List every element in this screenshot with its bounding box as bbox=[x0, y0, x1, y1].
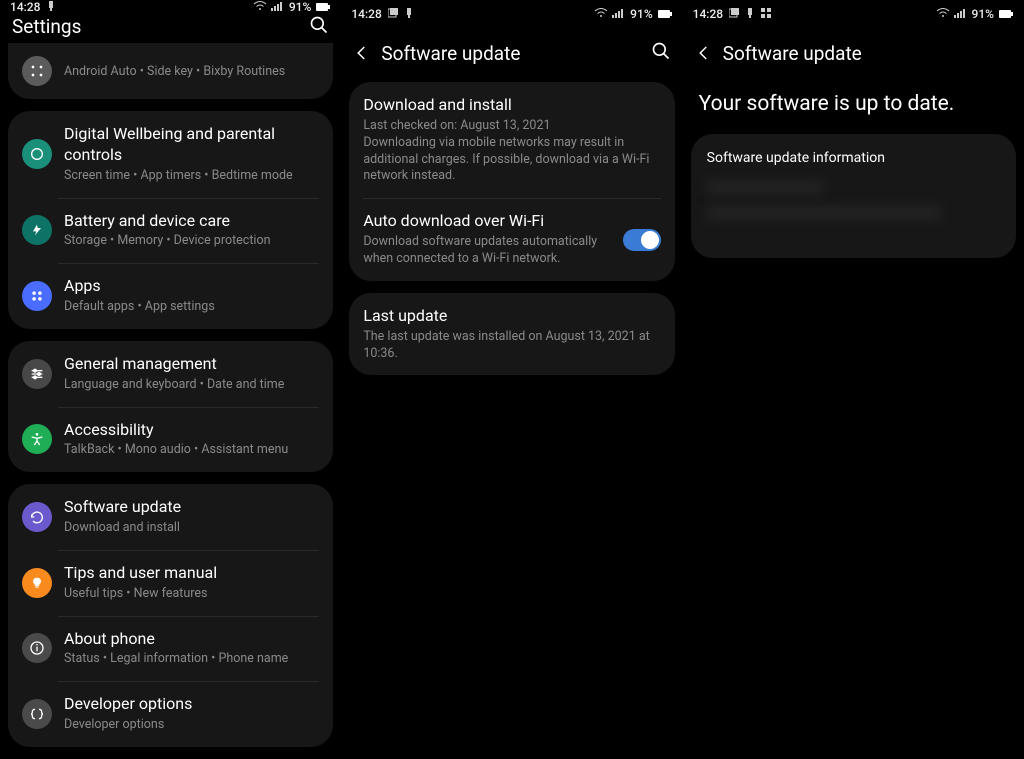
battery-text: 91% bbox=[630, 7, 652, 21]
header: Software update bbox=[341, 28, 682, 78]
battery-icon bbox=[657, 9, 673, 19]
item-title: General management bbox=[64, 354, 319, 375]
dev-icon bbox=[22, 699, 52, 729]
redacted-line bbox=[707, 205, 942, 220]
status-time: 14:28 bbox=[693, 7, 723, 21]
wifi-autodownload-toggle[interactable] bbox=[623, 229, 661, 251]
item-title: About phone bbox=[64, 629, 319, 650]
settings-item[interactable]: Battery and device careStorage • Memory … bbox=[8, 198, 333, 264]
accessibility-icon bbox=[22, 424, 52, 454]
screenshot-icon bbox=[729, 7, 739, 21]
apps-icon bbox=[22, 281, 52, 311]
settings-item[interactable]: About phoneStatus • Legal information • … bbox=[8, 616, 333, 682]
about-icon bbox=[22, 633, 52, 663]
battery-icon bbox=[22, 215, 52, 245]
item-subtitle: Status • Legal information • Phone name bbox=[64, 651, 319, 668]
item-subtitle: Screen time • App timers • Bedtime mode bbox=[64, 168, 319, 185]
item-subtitle: Storage • Memory • Device protection bbox=[64, 233, 319, 250]
tips-icon bbox=[22, 568, 52, 598]
advanced-icon bbox=[22, 56, 52, 86]
item-subtitle: Developer options bbox=[64, 717, 319, 734]
back-button[interactable] bbox=[353, 44, 381, 62]
item-subtitle: Language and keyboard • Date and time bbox=[64, 377, 319, 394]
grid-icon bbox=[761, 7, 771, 21]
dev-mode-icon bbox=[404, 7, 414, 21]
settings-group: General management Language and keyboard … bbox=[8, 341, 333, 472]
update-item[interactable]: Last updateThe last update was installed… bbox=[349, 293, 674, 376]
status-headline: Your software is up to date. bbox=[683, 78, 1024, 134]
status-bar: 14:28 91% bbox=[0, 0, 341, 14]
settings-group: Android Auto • Side key • Bixby Routines bbox=[8, 43, 333, 99]
settings-group: Software update Download and install Tips … bbox=[8, 484, 333, 747]
settings-item[interactable]: Developer options Developer options bbox=[8, 681, 333, 747]
settings-item[interactable]: Software update Download and install bbox=[8, 484, 333, 550]
status-bar: 14:28 91% bbox=[341, 0, 682, 28]
header: Software update bbox=[683, 28, 1024, 78]
dev-mode-icon bbox=[745, 7, 755, 21]
settings-item[interactable]: Digital Wellbeing and parental controls S… bbox=[8, 111, 333, 197]
battery-icon bbox=[998, 9, 1014, 19]
info-title: Software update information bbox=[707, 150, 1000, 166]
search-icon[interactable] bbox=[651, 41, 671, 65]
update-group: Download and installLast checked on: Aug… bbox=[349, 82, 674, 281]
item-subtitle: TalkBack • Mono audio • Assistant menu bbox=[64, 442, 319, 459]
header: Settings bbox=[0, 14, 341, 39]
back-button[interactable] bbox=[695, 44, 723, 62]
update-info-card[interactable]: Software update information bbox=[691, 134, 1016, 258]
item-title: Digital Wellbeing and parental controls bbox=[64, 124, 319, 166]
page-title: Software update bbox=[381, 42, 650, 65]
update-item[interactable]: Download and installLast checked on: Aug… bbox=[349, 82, 674, 198]
settings-item[interactable]: Android Auto • Side key • Bixby Routines bbox=[8, 43, 333, 99]
item-subtitle: Default apps • App settings bbox=[64, 299, 319, 316]
page-title: Software update bbox=[723, 42, 1012, 65]
item-title: Battery and device care bbox=[64, 211, 319, 232]
signal-icon bbox=[271, 0, 285, 14]
item-title: Auto download over Wi-Fi bbox=[363, 211, 614, 232]
settings-item[interactable]: General management Language and keyboard … bbox=[8, 341, 333, 407]
search-icon[interactable] bbox=[309, 15, 329, 39]
item-title: Developer options bbox=[64, 694, 319, 715]
settings-item[interactable]: AccessibilityTalkBack • Mono audio • Ass… bbox=[8, 407, 333, 473]
screenshot-icon bbox=[388, 7, 398, 21]
update-group: Last updateThe last update was installed… bbox=[349, 293, 674, 376]
redacted-line bbox=[707, 180, 824, 195]
battery-text: 91% bbox=[972, 7, 994, 21]
signal-icon bbox=[612, 7, 626, 21]
general-icon bbox=[22, 359, 52, 389]
status-time: 14:28 bbox=[10, 0, 40, 14]
item-subtitle: The last update was installed on August … bbox=[363, 329, 660, 363]
page-title: Settings bbox=[12, 15, 309, 38]
item-title: Last update bbox=[363, 306, 660, 327]
item-title: Tips and user manual bbox=[64, 563, 319, 584]
item-title: Download and install bbox=[363, 95, 660, 116]
item-subtitle: Download and install bbox=[64, 520, 319, 537]
screen-update-status: 14:28 91% Software update Your software … bbox=[683, 0, 1024, 759]
settings-item[interactable]: Apps Default apps • App settings bbox=[8, 263, 333, 329]
signal-icon bbox=[954, 7, 968, 21]
battery-text: 91% bbox=[289, 0, 311, 14]
update-options: Download and installLast checked on: Aug… bbox=[341, 78, 682, 759]
screen-software-update: 14:28 91% Software update Download and i… bbox=[341, 0, 682, 759]
wifi-icon bbox=[253, 0, 267, 14]
update-icon bbox=[22, 502, 52, 532]
item-subtitle: Useful tips • New features bbox=[64, 586, 319, 603]
dev-mode-icon bbox=[46, 0, 56, 14]
settings-item[interactable]: Tips and user manual Useful tips • New fe… bbox=[8, 550, 333, 616]
item-subtitle: Last checked on: August 13, 2021 Downloa… bbox=[363, 118, 660, 186]
settings-list: Android Auto • Side key • Bixby Routines… bbox=[0, 39, 341, 759]
status-time: 14:28 bbox=[351, 7, 381, 21]
item-title: Apps bbox=[64, 276, 319, 297]
item-title: Software update bbox=[64, 497, 319, 518]
settings-group: Digital Wellbeing and parental controls S… bbox=[8, 111, 333, 329]
battery-icon bbox=[315, 2, 331, 12]
wellbeing-icon bbox=[22, 139, 52, 169]
wifi-icon bbox=[936, 7, 950, 21]
update-item[interactable]: Auto download over Wi-FiDownload softwar… bbox=[349, 198, 674, 281]
item-title: Accessibility bbox=[64, 420, 319, 441]
screen-settings: 14:28 91% Settings Android Auto • Side k… bbox=[0, 0, 341, 759]
item-subtitle: Android Auto • Side key • Bixby Routines bbox=[64, 64, 319, 81]
status-bar: 14:28 91% bbox=[683, 0, 1024, 28]
wifi-icon bbox=[594, 7, 608, 21]
item-subtitle: Download software updates automatically … bbox=[363, 234, 614, 268]
